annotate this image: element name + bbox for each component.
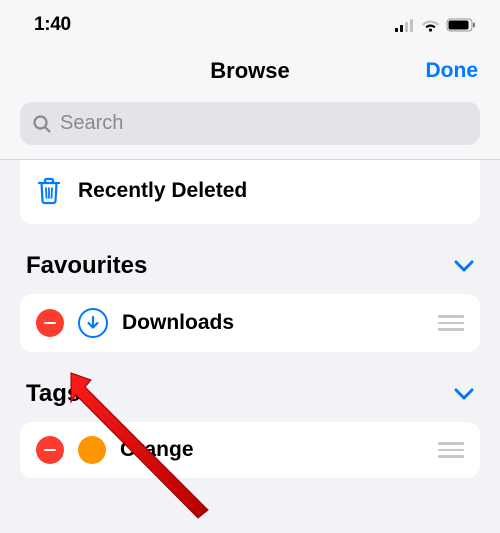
- trash-icon: [36, 176, 62, 206]
- status-time: 1:40: [34, 14, 71, 36]
- battery-icon: [446, 18, 476, 32]
- search-icon: [32, 114, 52, 134]
- chevron-down-icon: [454, 260, 474, 272]
- cellular-signal-icon: [395, 19, 415, 32]
- wifi-icon: [421, 18, 440, 32]
- status-bar: 1:40: [0, 0, 500, 44]
- page-title: Browse: [210, 58, 289, 84]
- minus-icon: [44, 322, 56, 325]
- search-input[interactable]: [60, 112, 468, 135]
- tags-item-label: Orange: [120, 438, 194, 462]
- search-box[interactable]: [20, 102, 480, 145]
- search-container: [0, 102, 500, 160]
- drag-handle[interactable]: [438, 442, 464, 458]
- recently-deleted-label: Recently Deleted: [78, 179, 247, 203]
- tag-color-dot: [78, 436, 106, 464]
- delete-button[interactable]: [36, 309, 64, 337]
- favourites-item-downloads[interactable]: Downloads: [20, 294, 480, 352]
- drag-handle[interactable]: [438, 315, 464, 331]
- delete-button[interactable]: [36, 436, 64, 464]
- tags-section-header[interactable]: Tags: [20, 352, 480, 422]
- status-icons: [395, 18, 476, 32]
- recently-deleted-item[interactable]: Recently Deleted: [20, 160, 480, 224]
- nav-header: Browse Done: [0, 44, 500, 102]
- download-circle-icon: [78, 308, 108, 338]
- tags-title: Tags: [26, 380, 80, 408]
- done-button[interactable]: Done: [426, 59, 479, 83]
- favourites-item-label: Downloads: [122, 311, 234, 335]
- favourites-title: Favourites: [26, 252, 147, 280]
- favourites-section-header[interactable]: Favourites: [20, 224, 480, 294]
- tags-item-orange[interactable]: Orange: [20, 422, 480, 478]
- chevron-down-icon: [454, 388, 474, 400]
- minus-icon: [44, 449, 56, 452]
